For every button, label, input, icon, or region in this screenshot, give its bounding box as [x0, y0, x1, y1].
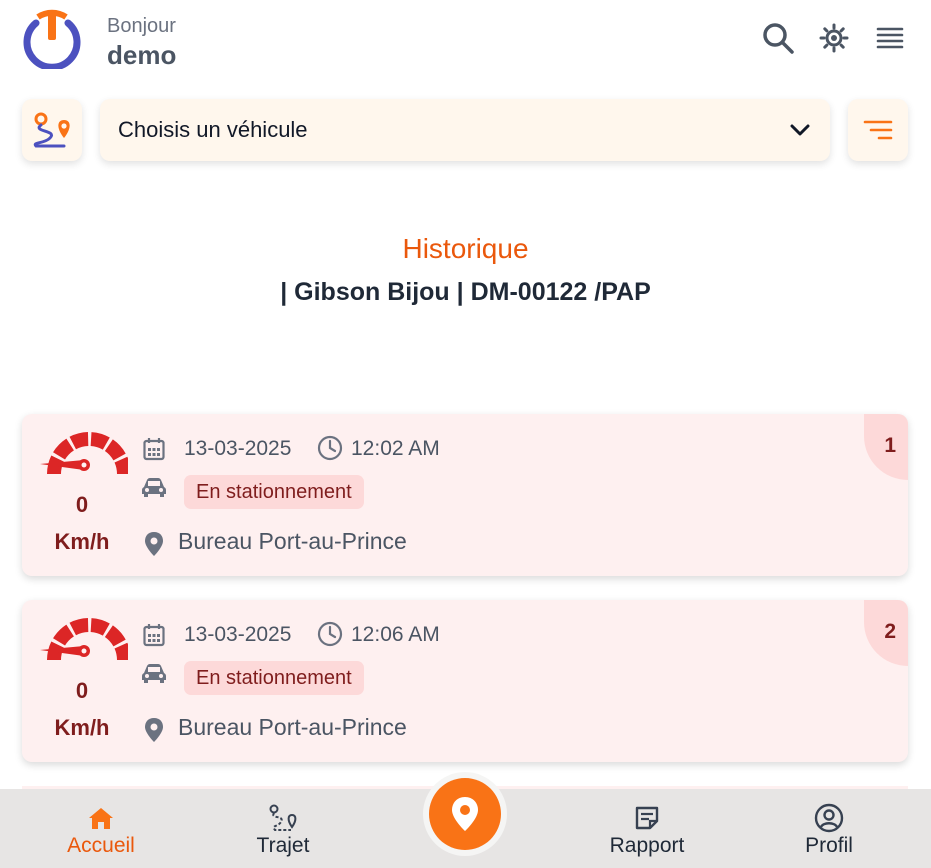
map-location-button[interactable]: [429, 778, 501, 850]
clock-icon: [316, 620, 344, 648]
speed-value: 0: [75, 678, 89, 703]
chevron-down-icon: [790, 124, 810, 136]
record-time: 12:06 AM: [351, 623, 440, 646]
report-icon: [635, 806, 659, 830]
nav-item-profil[interactable]: Profil: [792, 789, 866, 868]
record-index-badge: 2: [864, 600, 908, 666]
location-pin-icon: [143, 716, 165, 744]
history-record-card[interactable]: 0 Km/h 13-03-2025 12:06 AM En stationnem…: [22, 600, 908, 762]
location-pin-icon: [452, 797, 478, 831]
username: demo: [107, 40, 177, 70]
nav-item-rapport[interactable]: Rapport: [600, 789, 694, 868]
record-date: 13-03-2025: [184, 437, 292, 460]
menu-icon: [876, 27, 904, 49]
greeting-block: Bonjour demo: [107, 13, 176, 71]
location-pin-icon: [143, 530, 165, 558]
greeting-text: Bonjour: [107, 15, 176, 37]
car-icon: [141, 476, 167, 498]
speedometer-icon: [40, 618, 128, 661]
app-logo-icon: [23, 9, 81, 69]
record-index: 1: [884, 434, 896, 457]
profile-icon: [814, 803, 844, 833]
nav-label-accueil: Accueil: [67, 834, 135, 857]
calendar-icon: [142, 436, 166, 462]
record-location: Bureau Port-au-Prince: [178, 528, 407, 554]
filter-icon: [863, 120, 893, 140]
speedometer-icon: [40, 432, 128, 475]
route-icon: [269, 804, 297, 831]
status-badge: En stationnement: [184, 661, 364, 695]
menu-button[interactable]: [872, 20, 908, 56]
speed-value: 0: [75, 492, 89, 517]
vehicle-subtitle: | Gibson Bijou | DM-00122 /PAP: [280, 278, 651, 306]
status-badge: En stationnement: [184, 475, 364, 509]
speed-unit: Km/h: [54, 715, 110, 740]
home-icon: [89, 808, 113, 829]
nav-item-accueil[interactable]: Accueil: [60, 789, 142, 868]
vehicle-select[interactable]: Choisis un véhicule: [100, 99, 830, 161]
brightness-icon: [819, 23, 849, 53]
nav-label-trajet: Trajet: [256, 834, 310, 857]
record-location: Bureau Port-au-Prince: [178, 714, 407, 740]
speed-unit: Km/h: [54, 529, 110, 554]
car-icon: [141, 662, 167, 684]
page-title: Historique: [402, 233, 529, 264]
route-button[interactable]: [22, 99, 82, 161]
search-button[interactable]: [760, 20, 796, 56]
history-record-card[interactable]: 0 Km/h 13-03-2025 12:02 AM En stationnem…: [22, 414, 908, 576]
search-icon: [763, 23, 794, 54]
vehicle-select-value: Choisis un véhicule: [118, 117, 308, 142]
record-date: 13-03-2025: [184, 623, 292, 646]
nav-label-rapport: Rapport: [609, 834, 685, 857]
nav-label-profil: Profil: [805, 834, 853, 857]
filter-button[interactable]: [848, 99, 908, 161]
calendar-icon: [142, 622, 166, 648]
theme-toggle-button[interactable]: [816, 20, 852, 56]
nav-item-trajet[interactable]: Trajet: [243, 789, 323, 868]
record-index-badge: 1: [864, 414, 908, 480]
app-header: Bonjour demo: [0, 0, 931, 80]
clock-icon: [316, 434, 344, 462]
route-icon: [33, 112, 70, 148]
record-index: 2: [884, 620, 896, 643]
record-time: 12:02 AM: [351, 437, 440, 460]
